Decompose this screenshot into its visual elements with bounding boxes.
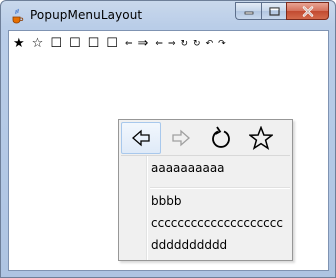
star-icon [249,126,273,150]
left-double-arrow-glyph: ⇐ [124,39,133,49]
box-glyph: ☐ [68,36,81,51]
title-bar[interactable]: PopupMenuLayout [1,1,335,30]
menu-separator [150,187,290,189]
menu-item-b[interactable]: bbbb [151,192,181,210]
undo-glyph: ↶ [205,39,214,49]
star-filled-glyph: ★ [13,36,25,51]
redo-glyph: ↷ [218,39,226,49]
right-double-arrow-glyph: ⇒ [137,36,149,51]
reload-glyph: ↻ [193,39,201,49]
caption-buttons [235,2,329,21]
reload-icon [212,126,230,148]
star-outline-glyph: ☆ [31,36,44,51]
maximize-icon [268,6,280,16]
window-title: PopupMenuLayout [30,8,143,22]
reload-glyph: ↻ [180,39,189,49]
close-icon [302,5,313,17]
application-window: PopupMenuLayout ★ ☆ ☐ ☐ ☐ ☐ ⇐ ⇒ ⇐ ⇒ ↻ ↻ … [0,0,336,278]
back-button[interactable] [121,122,161,154]
popup-icon-row [121,122,281,154]
minimize-button[interactable] [235,2,261,20]
forward-arrow-icon [172,129,190,147]
glyph-row: ★ ☆ ☐ ☐ ☐ ☐ ⇐ ⇒ ⇐ ⇒ ↻ ↻ ↶ ↷ [13,36,231,52]
menu-item-c[interactable]: cccccccccccccccccccc [151,214,283,232]
back-arrow-icon [132,129,150,147]
menu-item-d[interactable]: dddddddddd [151,236,227,254]
forward-button[interactable] [161,122,201,154]
box-glyph: ☐ [50,36,62,51]
java-cup-icon [12,8,24,24]
close-button[interactable] [286,2,329,20]
left-double-arrow-glyph: ⇐ [155,39,163,49]
box-glyph: ☐ [106,36,118,51]
menu-gutter [119,156,148,260]
favorite-button[interactable] [241,122,281,154]
box-glyph: ☐ [87,36,100,51]
minimize-icon [244,11,253,15]
maximize-button[interactable] [261,2,286,20]
reload-button[interactable] [201,122,241,154]
popup-menu: aaaaaaaaaa bbbb cccccccccccccccccccc ddd… [118,119,293,261]
content-area[interactable]: ★ ☆ ☐ ☐ ☐ ☐ ⇐ ⇒ ⇐ ⇒ ↻ ↻ ↶ ↷ aaaaaaaaaa b… [8,30,329,271]
right-double-arrow-glyph: ⇒ [167,39,176,49]
menu-item-a[interactable]: aaaaaaaaaa [151,159,225,177]
